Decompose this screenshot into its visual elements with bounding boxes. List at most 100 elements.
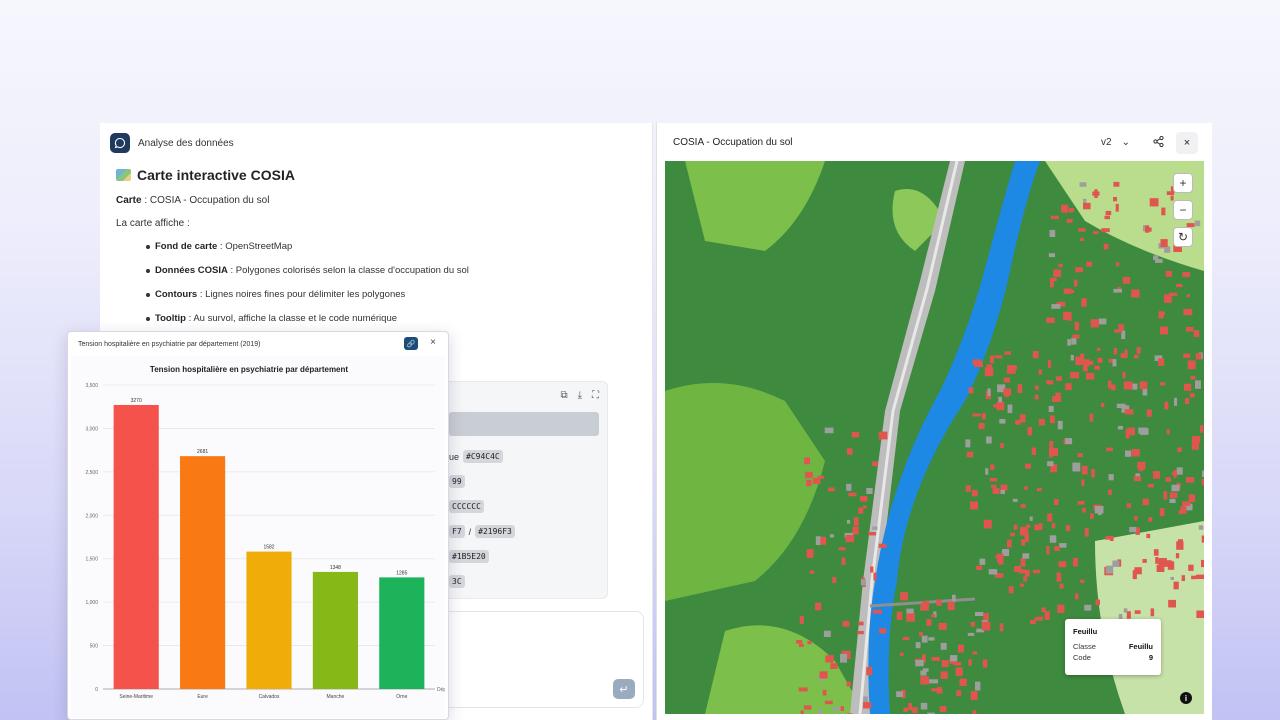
- message-input[interactable]: ↵: [440, 611, 644, 708]
- zoom-out-button[interactable]: −: [1173, 200, 1193, 220]
- close-icon: ×: [430, 337, 436, 348]
- building: [1000, 484, 1008, 491]
- building: [1120, 353, 1125, 358]
- zoom-in-button[interactable]: +: [1173, 173, 1193, 193]
- building: [956, 690, 962, 697]
- building: [1201, 535, 1204, 543]
- minus-icon: −: [1179, 203, 1187, 217]
- message-heading: Carte interactive COSIA: [116, 167, 636, 183]
- building: [998, 561, 1004, 565]
- x-tick-label: Manche: [327, 694, 345, 700]
- building: [1092, 191, 1100, 196]
- building: [1003, 377, 1011, 383]
- building: [1165, 477, 1171, 482]
- map-canvas[interactable]: + − ↻ Feuillu Classe Feuillu Code 9 i: [665, 161, 1204, 714]
- tooltip-key: Classe: [1073, 642, 1096, 651]
- building: [998, 396, 1002, 403]
- tooltip-key: Code: [1073, 653, 1091, 662]
- send-button[interactable]: ↵: [613, 679, 635, 699]
- building: [1146, 533, 1151, 539]
- building: [991, 484, 997, 488]
- building: [1183, 353, 1191, 358]
- building: [936, 599, 942, 606]
- building: [823, 630, 831, 637]
- building: [1108, 380, 1112, 389]
- building: [852, 526, 859, 535]
- building: [1158, 558, 1167, 567]
- info-icon[interactable]: i: [1180, 692, 1192, 704]
- building: [846, 713, 853, 714]
- building: [822, 689, 827, 696]
- building: [1050, 415, 1055, 424]
- building: [1050, 280, 1054, 288]
- building: [940, 671, 948, 679]
- building: [1083, 202, 1091, 210]
- building: [1126, 503, 1132, 508]
- copy-icon[interactable]: ⧉: [560, 390, 567, 401]
- chevron-down-icon: ⌄: [1121, 137, 1130, 148]
- building: [920, 702, 928, 710]
- download-icon[interactable]: ⤓: [578, 390, 582, 401]
- building: [1183, 383, 1192, 391]
- x-tick-label: Calvados: [259, 694, 280, 700]
- bar: [312, 571, 358, 689]
- link-button[interactable]: 🔗: [404, 337, 418, 350]
- building: [1027, 427, 1033, 436]
- feature-label: Données COSIA: [155, 265, 228, 276]
- building: [1113, 197, 1117, 202]
- chart-close-button[interactable]: ×: [430, 337, 436, 348]
- building: [1139, 381, 1148, 390]
- building: [1185, 398, 1190, 405]
- building: [1046, 546, 1050, 555]
- chart-area: Tension hospitalière en psychiatrie par …: [71, 356, 445, 718]
- building: [1055, 376, 1062, 381]
- building: [1123, 608, 1128, 613]
- building: [840, 706, 844, 711]
- building: [1086, 261, 1093, 267]
- building: [1095, 599, 1100, 606]
- reset-view-button[interactable]: ↻: [1173, 227, 1193, 247]
- building: [975, 681, 981, 691]
- building: [1103, 243, 1109, 250]
- building: [1090, 513, 1094, 519]
- building: [1166, 429, 1170, 435]
- carte-value: : COSIA - Occupation du sol: [141, 195, 270, 206]
- message-content: Carte interactive COSIA Carte : COSIA - …: [116, 167, 636, 337]
- building: [860, 496, 868, 502]
- building: [809, 570, 815, 574]
- expand-icon[interactable]: ⛶: [592, 390, 599, 401]
- building: [807, 640, 812, 645]
- building: [974, 360, 983, 367]
- building: [903, 707, 908, 712]
- building: [1134, 610, 1141, 614]
- building: [1188, 494, 1196, 502]
- building: [1182, 272, 1190, 277]
- building: [1066, 218, 1073, 223]
- x-axis-label: Dép: [437, 687, 445, 693]
- y-tick-label: 3,500: [85, 383, 98, 389]
- building: [1106, 447, 1113, 452]
- building: [1165, 270, 1172, 277]
- share-button[interactable]: [1153, 135, 1164, 150]
- building: [1200, 425, 1204, 433]
- building: [1070, 372, 1079, 379]
- building: [1185, 326, 1194, 332]
- building: [1116, 262, 1120, 267]
- chart-title: Tension hospitalière en psychiatrie par …: [150, 365, 348, 374]
- x-tick-label: Orne: [396, 694, 407, 700]
- bar-value-label: 2681: [197, 449, 208, 455]
- version-select[interactable]: v2 ⌄: [1101, 137, 1130, 148]
- building: [1191, 436, 1201, 443]
- building: [1193, 330, 1200, 338]
- building: [1056, 573, 1062, 582]
- building: [824, 700, 833, 705]
- building: [1086, 373, 1095, 380]
- building: [1187, 360, 1196, 370]
- building: [928, 637, 935, 641]
- building: [857, 630, 864, 635]
- building: [990, 355, 994, 364]
- map-close-button[interactable]: ×: [1176, 132, 1198, 154]
- building: [1065, 525, 1071, 531]
- building: [845, 535, 854, 543]
- map-tooltip: Feuillu Classe Feuillu Code 9: [1065, 619, 1161, 675]
